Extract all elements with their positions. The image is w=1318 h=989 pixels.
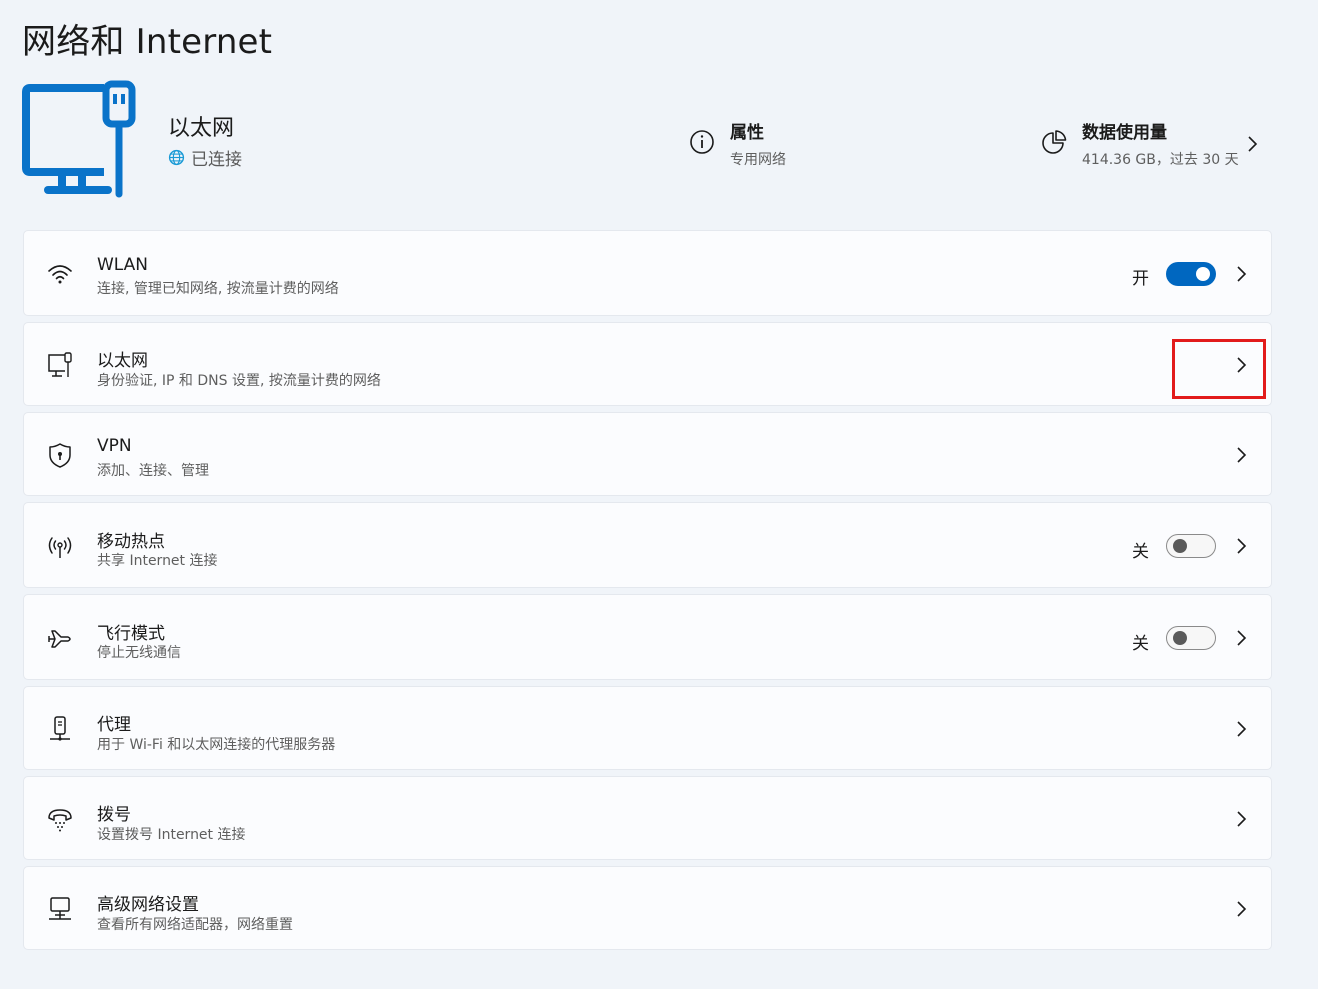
airplane-mode-title: 飞行模式 xyxy=(97,624,165,644)
chevron-right-icon[interactable] xyxy=(1233,719,1249,739)
mobile-hotspot-title: 移动热点 xyxy=(97,532,165,552)
data-usage-value: 414.36 GB，过去 30 天 xyxy=(1082,152,1239,168)
chevron-right-icon[interactable] xyxy=(1233,899,1249,919)
wlan-desc: 连接, 管理已知网络, 按流量计费的网络 xyxy=(97,281,339,297)
airplane-mode-desc: 停止无线通信 xyxy=(97,645,181,661)
network-computer-icon xyxy=(46,895,74,923)
data-usage-pie-icon xyxy=(1042,130,1067,154)
airplane-mode-state-label: 关 xyxy=(1132,634,1149,654)
toggle-knob xyxy=(1196,267,1210,281)
info-icon xyxy=(690,130,714,154)
vpn-desc: 添加、连接、管理 xyxy=(97,463,209,479)
advanced-network-settings-item[interactable]: 高级网络设置 查看所有网络适配器，网络重置 xyxy=(23,866,1272,950)
advanced-network-settings-desc: 查看所有网络适配器，网络重置 xyxy=(97,917,293,933)
chevron-right-icon[interactable] xyxy=(1233,536,1249,556)
chevron-right-icon[interactable] xyxy=(1233,628,1249,648)
ethernet-computer-hero-icon xyxy=(22,80,136,198)
mobile-hotspot-toggle[interactable] xyxy=(1166,534,1216,558)
proxy-title: 代理 xyxy=(97,715,131,735)
vpn-title: VPN xyxy=(97,436,132,456)
mobile-hotspot-desc: 共享 Internet 连接 xyxy=(97,553,218,569)
chevron-right-icon[interactable] xyxy=(1233,809,1249,829)
hotspot-icon xyxy=(46,533,74,561)
dial-up-title: 拨号 xyxy=(97,805,131,825)
proxy-icon xyxy=(46,715,74,741)
ethernet-title: 以太网 xyxy=(97,351,148,371)
toggle-knob xyxy=(1173,631,1187,645)
chevron-right-icon[interactable] xyxy=(1233,445,1249,465)
globe-icon xyxy=(168,149,185,166)
wlan-toggle[interactable] xyxy=(1166,262,1216,286)
dial-up-desc: 设置拨号 Internet 连接 xyxy=(97,827,246,843)
wlan-state-label: 开 xyxy=(1132,269,1149,289)
highlight-box xyxy=(1172,339,1266,399)
shield-icon xyxy=(46,441,74,469)
toggle-knob xyxy=(1173,539,1187,553)
proxy-item[interactable]: 代理 用于 Wi-Fi 和以太网连接的代理服务器 xyxy=(23,686,1272,770)
properties-link[interactable]: 属性 专用网络 xyxy=(688,118,786,169)
chevron-right-icon[interactable] xyxy=(1233,264,1249,284)
connection-status: 已连接 xyxy=(168,145,242,170)
wifi-icon xyxy=(46,260,74,284)
data-usage-link[interactable]: 数据使用量 414.36 GB，过去 30 天 xyxy=(1040,118,1239,169)
properties-value: 专用网络 xyxy=(730,152,786,168)
data-usage-title: 数据使用量 xyxy=(1082,123,1167,143)
vpn-item[interactable]: VPN 添加、连接、管理 xyxy=(23,412,1272,496)
dial-up-item[interactable]: 拨号 设置拨号 Internet 连接 xyxy=(23,776,1272,860)
airplane-mode-item[interactable]: 飞行模式 停止无线通信 关 xyxy=(23,594,1272,680)
ethernet-icon xyxy=(46,351,74,379)
mobile-hotspot-state-label: 关 xyxy=(1132,542,1149,562)
mobile-hotspot-item[interactable]: 移动热点 共享 Internet 连接 关 xyxy=(23,502,1272,588)
proxy-desc: 用于 Wi-Fi 和以太网连接的代理服务器 xyxy=(97,737,336,753)
properties-title: 属性 xyxy=(730,123,764,143)
airplane-mode-toggle[interactable] xyxy=(1166,626,1216,650)
advanced-network-settings-title: 高级网络设置 xyxy=(97,895,199,915)
connection-header: 以太网 已连接 属性 专用网络 数据使用量 414.36 GB，过去 30 天 xyxy=(0,0,1318,220)
wlan-title: WLAN xyxy=(97,255,149,275)
connection-status-text: 已连接 xyxy=(191,150,242,170)
wlan-item[interactable]: WLAN 连接, 管理已知网络, 按流量计费的网络 开 xyxy=(23,230,1272,316)
chevron-right-icon[interactable] xyxy=(1244,133,1260,155)
connection-name: 以太网 xyxy=(168,116,235,141)
ethernet-desc: 身份验证, IP 和 DNS 设置, 按流量计费的网络 xyxy=(97,373,381,389)
dialup-icon xyxy=(46,805,74,832)
airplane-icon xyxy=(46,625,74,653)
ethernet-item[interactable]: 以太网 身份验证, IP 和 DNS 设置, 按流量计费的网络 xyxy=(23,322,1272,406)
